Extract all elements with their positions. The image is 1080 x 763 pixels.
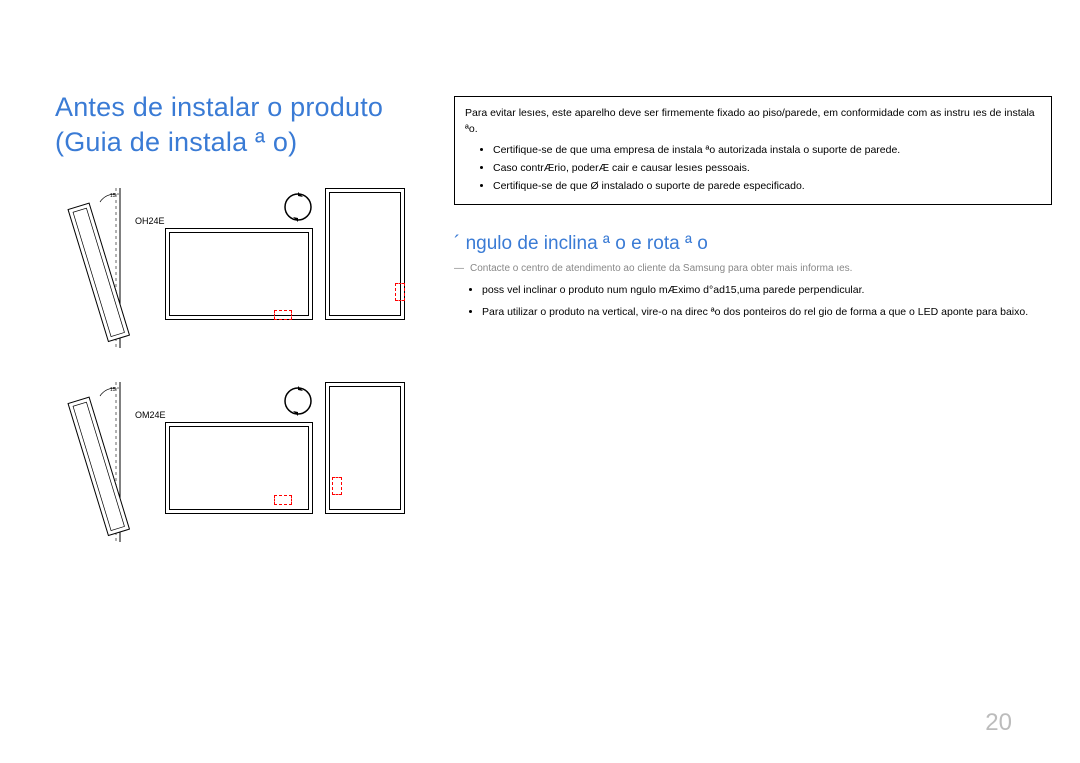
led-indicator-icon bbox=[274, 495, 292, 505]
diagram-row-om24e: 15 ° OM24E bbox=[70, 382, 430, 542]
bullet-item: Para utilizar o produto na vertical, vir… bbox=[482, 304, 1052, 322]
tilt-angle-label: 15 ° bbox=[110, 193, 119, 199]
diagram-row-oh24e: 15 ° OH24E bbox=[70, 188, 430, 348]
led-indicator-icon bbox=[274, 310, 292, 320]
tilt-icon bbox=[60, 188, 160, 348]
tilt-angle-label: 15 ° bbox=[110, 387, 119, 393]
rotation-arrow-icon bbox=[281, 190, 315, 224]
tilt-icon bbox=[60, 382, 160, 542]
warning-item: Certifique-se de que Ø instalado o supor… bbox=[493, 178, 1041, 194]
model-label-oh24e: OH24E bbox=[135, 216, 165, 226]
bullet-item: poss vel inclinar o produto num ngulo mÆ… bbox=[482, 282, 1052, 300]
warning-item: Caso contrÆrio, poderÆ cair e causar les… bbox=[493, 160, 1041, 176]
tilt-diagram-oh24e: 15 ° OH24E bbox=[70, 188, 165, 348]
landscape-display-icon bbox=[165, 422, 313, 514]
landscape-display-icon bbox=[165, 228, 313, 320]
page-number: 20 bbox=[985, 709, 1012, 737]
info-column: Para evitar lesıes, este aparelho deve s… bbox=[454, 96, 1052, 326]
section-note: Contacte o centro de atendimento ao clie… bbox=[454, 263, 1052, 274]
diagrams-area: 15 ° OH24E bbox=[70, 188, 430, 576]
model-label-om24e: OM24E bbox=[135, 410, 166, 420]
warning-item: Certifique-se de que uma empresa de inst… bbox=[493, 142, 1041, 158]
section-heading: ´ ngulo de inclina ª o e rota ª o bbox=[454, 233, 1052, 255]
rotation-arrow-icon bbox=[281, 384, 315, 418]
portrait-display-icon bbox=[325, 382, 405, 514]
led-indicator-icon bbox=[332, 477, 342, 495]
portrait-display-icon bbox=[325, 188, 405, 320]
tilt-diagram-om24e: 15 ° OM24E bbox=[70, 382, 165, 542]
led-indicator-icon bbox=[395, 283, 405, 301]
page-title: Antes de instalar o produto (Guia de ins… bbox=[55, 90, 415, 160]
warning-box: Para evitar lesıes, este aparelho deve s… bbox=[454, 96, 1052, 205]
warning-intro: Para evitar lesıes, este aparelho deve s… bbox=[465, 105, 1041, 138]
